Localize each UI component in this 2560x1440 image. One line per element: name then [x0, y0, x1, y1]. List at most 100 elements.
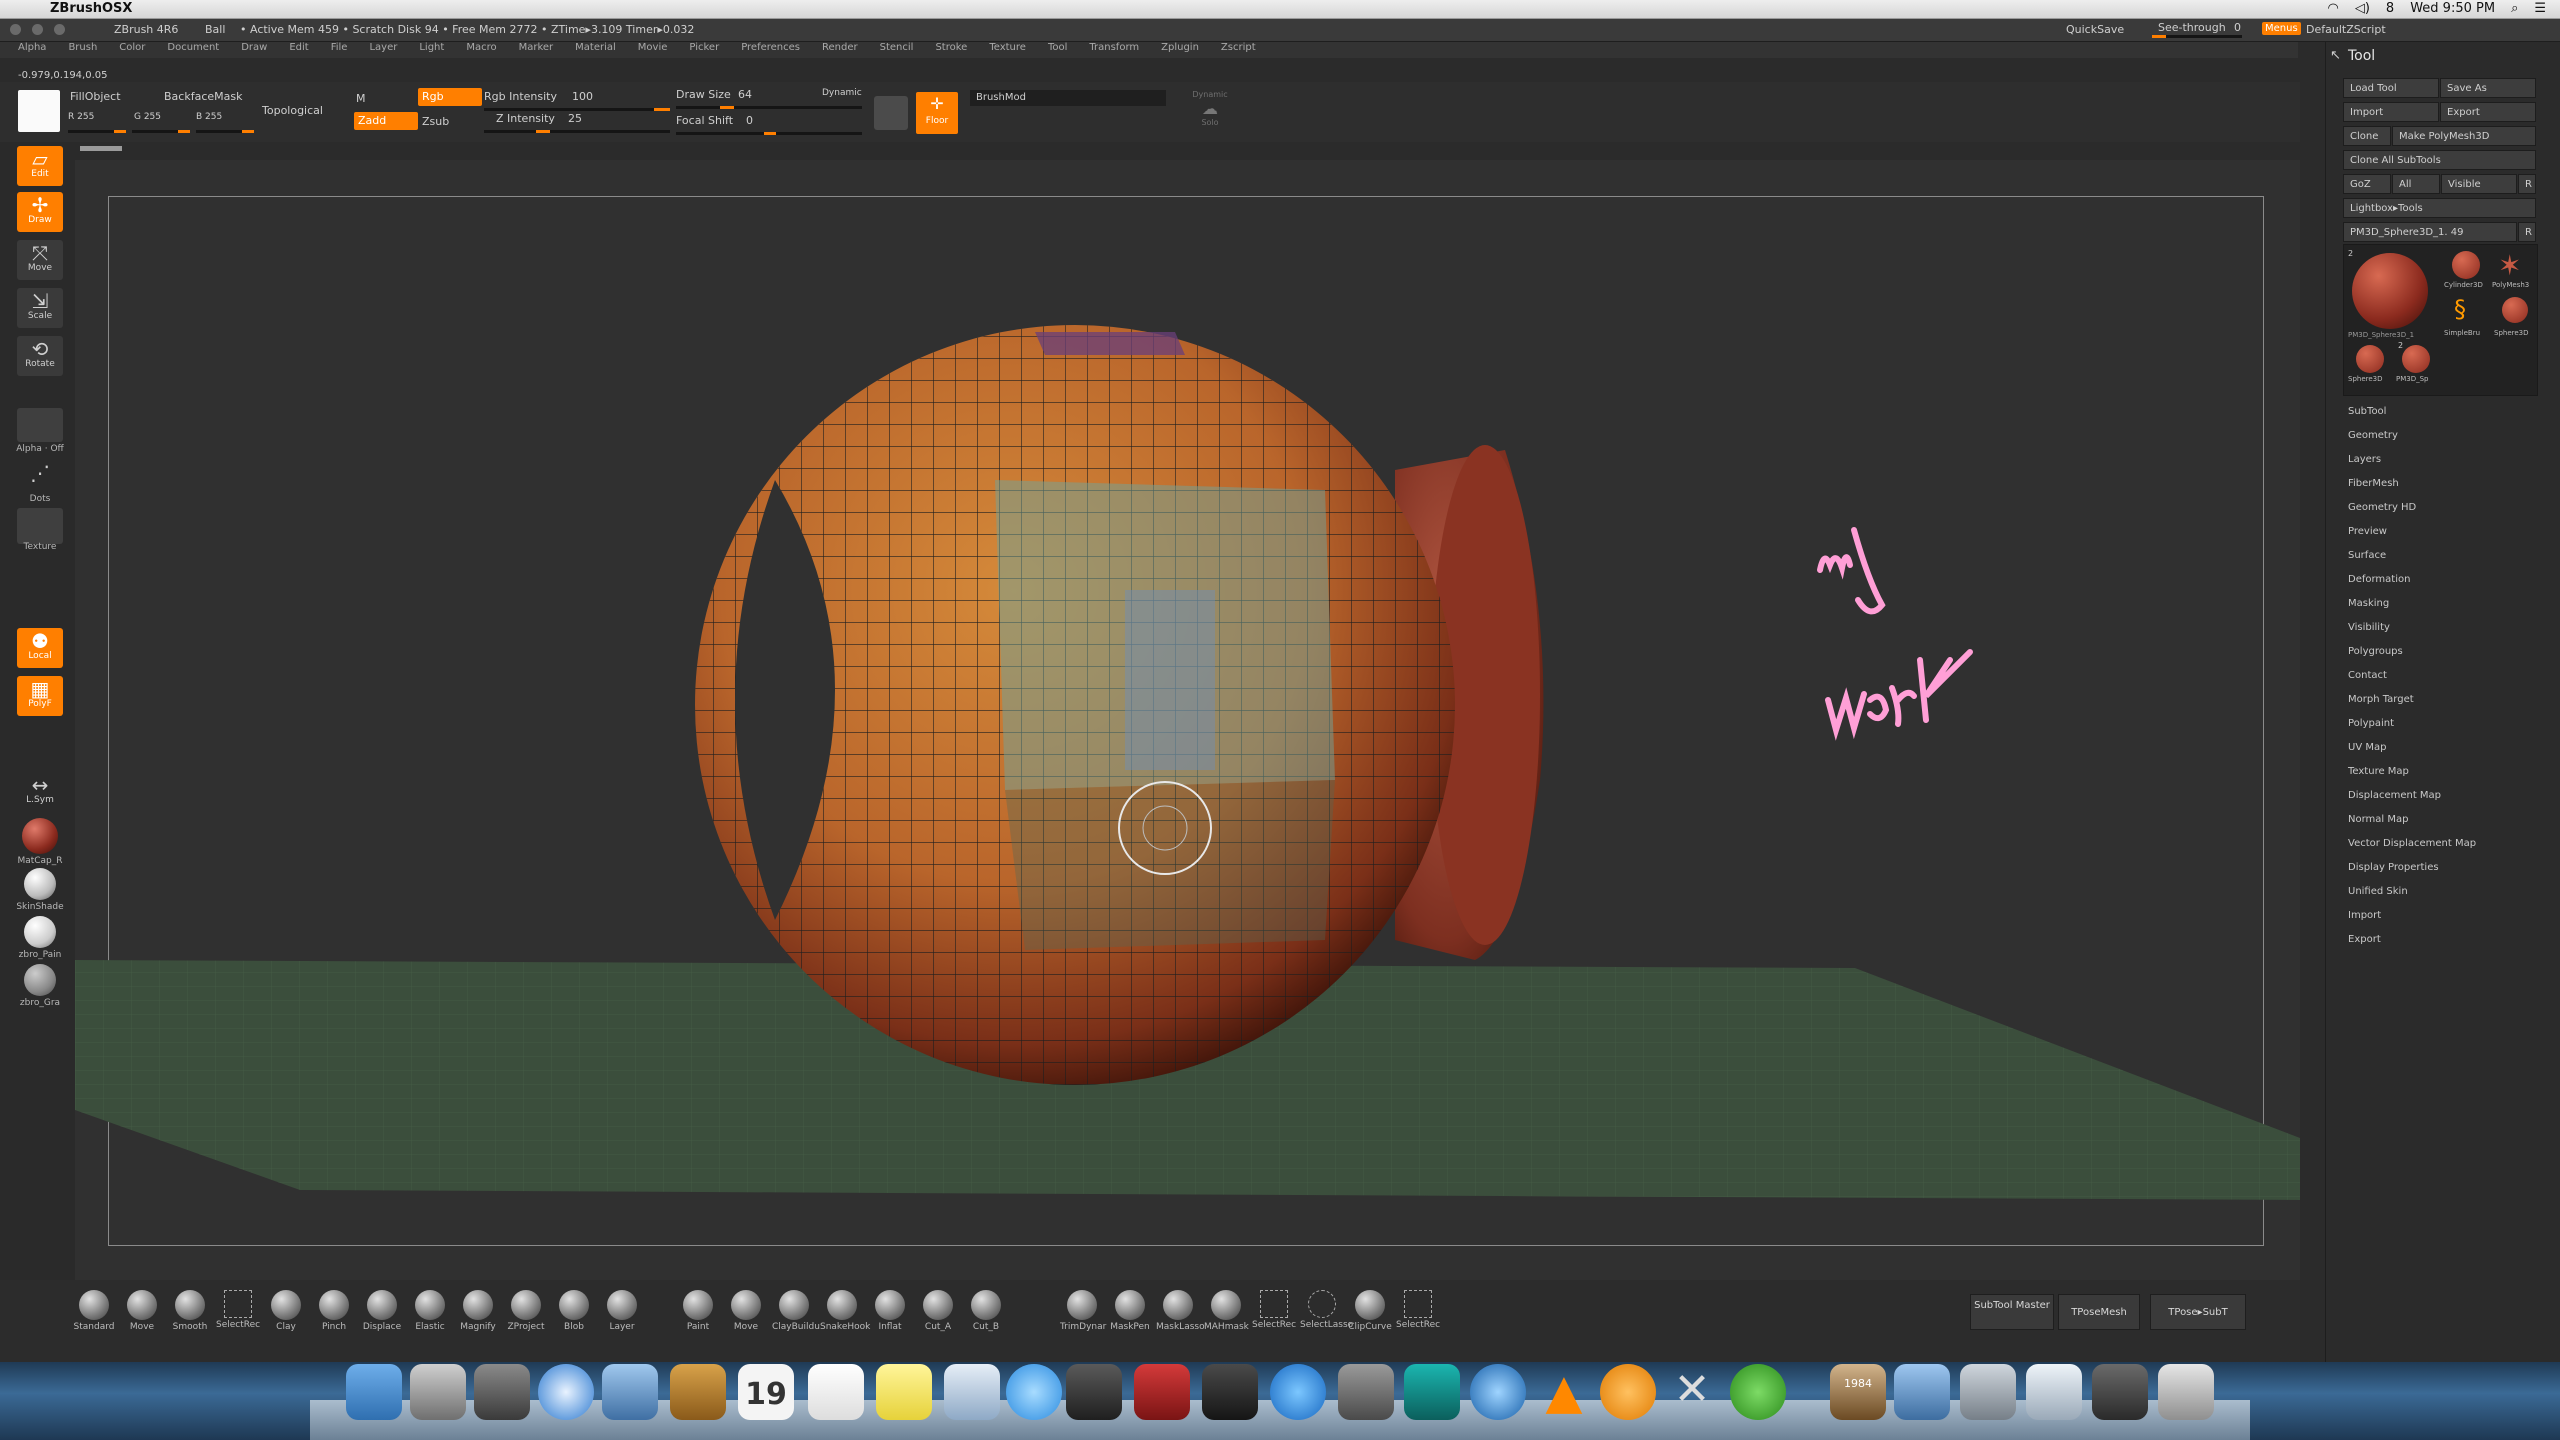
menu-picker[interactable]: Picker — [689, 42, 719, 58]
polyframe-button[interactable]: ▦ PolyF — [17, 676, 63, 716]
menu-zplugin[interactable]: Zplugin — [1161, 42, 1199, 58]
brush-layer[interactable]: Layer — [600, 1290, 644, 1332]
mac-app-name[interactable]: ZBrushOSX — [50, 1, 132, 16]
alpha-button[interactable] — [17, 408, 63, 442]
save-as-button[interactable]: Save As — [2440, 78, 2536, 98]
current-tool-slider[interactable]: PM3D_Sphere3D_1. 49 — [2343, 222, 2517, 242]
section-polygroups[interactable]: Polygroups — [2348, 646, 2403, 657]
rgb-intensity-value[interactable]: 100 — [572, 90, 593, 103]
brush-selectlasso[interactable]: SelectLasso — [1300, 1290, 1353, 1330]
section-subtool[interactable]: SubTool — [2348, 406, 2386, 417]
menu-material[interactable]: Material — [575, 42, 616, 58]
section-layers[interactable]: Layers — [2348, 454, 2381, 465]
menu-color[interactable]: Color — [119, 42, 145, 58]
brush-selectrect[interactable]: SelectRec — [216, 1290, 260, 1330]
scanner-icon[interactable] — [1960, 1364, 2016, 1420]
subtool-master-button[interactable]: SubTool Master — [1970, 1294, 2054, 1330]
section-unified-skin[interactable]: Unified Skin — [2348, 886, 2408, 897]
contacts-icon[interactable] — [670, 1364, 726, 1420]
z-intensity-value[interactable]: 25 — [568, 112, 582, 125]
notification-icon[interactable]: ☰ — [2534, 1, 2546, 16]
tool-palette-title[interactable]: Tool — [2348, 48, 2375, 64]
section-texture-map[interactable]: Texture Map — [2348, 766, 2409, 777]
goz-r-button[interactable]: R — [2518, 174, 2536, 194]
green-slider[interactable] — [132, 130, 190, 133]
section-displacement-map[interactable]: Displacement Map — [2348, 790, 2441, 801]
menu-stencil[interactable]: Stencil — [880, 42, 914, 58]
close-window-icon[interactable] — [10, 24, 21, 35]
edit-button[interactable]: ▱ Edit — [17, 146, 63, 186]
brush-blob[interactable]: Blob — [552, 1290, 596, 1332]
brush-zproject[interactable]: ZProject — [504, 1290, 548, 1332]
section-deformation[interactable]: Deformation — [2348, 574, 2410, 585]
section-morph-target[interactable]: Morph Target — [2348, 694, 2414, 705]
trash-icon[interactable] — [2158, 1364, 2214, 1420]
brush-inflat[interactable]: Inflat — [868, 1290, 912, 1332]
menu-movie[interactable]: Movie — [638, 42, 668, 58]
section-import[interactable]: Import — [2348, 910, 2381, 921]
dynamic-toggle[interactable]: Dynamic — [822, 88, 862, 98]
photo-booth-icon[interactable] — [1134, 1364, 1190, 1420]
brush-move-2[interactable]: Move — [724, 1290, 768, 1332]
zadd-button[interactable]: Zadd — [354, 112, 418, 130]
spotlight-icon[interactable]: ⌕ — [2511, 1, 2518, 16]
launchpad-icon[interactable] — [410, 1364, 466, 1420]
volume-icon[interactable]: ◁) — [2355, 1, 2370, 16]
safari-icon[interactable] — [538, 1364, 594, 1420]
section-geometry[interactable]: Geometry — [2348, 430, 2398, 441]
utorrent-icon[interactable] — [1730, 1364, 1786, 1420]
section-polypaint[interactable]: Polypaint — [2348, 718, 2394, 729]
brush-elastic[interactable]: Elastic — [408, 1290, 452, 1332]
section-vector-displacement-map[interactable]: Vector Displacement Map — [2348, 838, 2476, 849]
menu-transform[interactable]: Transform — [1089, 42, 1139, 58]
section-geometry-hd[interactable]: Geometry HD — [2348, 502, 2416, 513]
zsub-button[interactable]: Zsub — [422, 115, 449, 128]
draw-size-slider[interactable] — [676, 106, 862, 109]
lsym-button[interactable]: ↔ L.Sym — [17, 772, 63, 812]
brush-clay[interactable]: Clay — [264, 1290, 308, 1332]
draw-size-value[interactable]: 64 — [738, 88, 752, 101]
section-masking[interactable]: Masking — [2348, 598, 2389, 609]
system-preferences-icon[interactable] — [1338, 1364, 1394, 1420]
menu-file[interactable]: File — [331, 42, 348, 58]
quicktime-icon[interactable] — [1470, 1364, 1526, 1420]
status-item-count[interactable]: 8 — [2386, 1, 2394, 16]
thumb-simplebrush[interactable]: § — [2454, 295, 2466, 323]
goz-all-button[interactable]: All — [2392, 174, 2440, 194]
menu-draw[interactable]: Draw — [241, 42, 267, 58]
section-surface[interactable]: Surface — [2348, 550, 2386, 561]
tposemesh-button[interactable]: TPoseMesh — [2058, 1294, 2140, 1330]
section-fibermesh[interactable]: FiberMesh — [2348, 478, 2399, 489]
seethrough-slider[interactable] — [2152, 35, 2242, 38]
brush-pinch[interactable]: Pinch — [312, 1290, 356, 1332]
wifi-icon[interactable]: ◠ — [2328, 1, 2339, 16]
section-contact[interactable]: Contact — [2348, 670, 2387, 681]
lightbox-tools-button[interactable]: Lightbox▸Tools — [2343, 198, 2536, 218]
gray-material[interactable] — [24, 964, 56, 996]
brush-snakehook[interactable]: SnakeHook — [820, 1290, 870, 1332]
import-button[interactable]: Import — [2343, 102, 2439, 122]
matcap-material[interactable] — [22, 818, 58, 854]
thumb-sphere3d[interactable] — [2502, 297, 2528, 323]
menu-edit[interactable]: Edit — [289, 42, 308, 58]
app-store-icon[interactable] — [1270, 1364, 1326, 1420]
preview-window-icon[interactable] — [2026, 1364, 2082, 1420]
red-slider[interactable] — [68, 130, 126, 133]
brush-clipcurve[interactable]: ClipCurve — [1348, 1290, 1392, 1332]
stroke-button[interactable]: ⋰ — [17, 460, 63, 496]
menu-light[interactable]: Light — [419, 42, 444, 58]
texture-button[interactable] — [17, 508, 63, 544]
mission-control-icon[interactable] — [474, 1364, 530, 1420]
main-color-swatch[interactable] — [18, 90, 60, 132]
brush-smooth[interactable]: Smooth — [168, 1290, 212, 1332]
thumb-pm3d-sp[interactable] — [2402, 345, 2430, 373]
quicksave-button[interactable]: QuickSave — [2066, 23, 2124, 36]
brush-claybuildup[interactable]: ClayBuildu — [772, 1290, 820, 1332]
brush-paint[interactable]: Paint — [676, 1290, 720, 1332]
red-value[interactable]: R 255 — [68, 112, 94, 122]
menu-render[interactable]: Render — [822, 42, 858, 58]
floor-button[interactable]: ✛ Floor — [916, 92, 958, 134]
brush-selectrect-3[interactable]: SelectRec — [1396, 1290, 1440, 1330]
draw-button[interactable]: ✢ Draw — [17, 192, 63, 232]
export-button[interactable]: Export — [2440, 102, 2536, 122]
